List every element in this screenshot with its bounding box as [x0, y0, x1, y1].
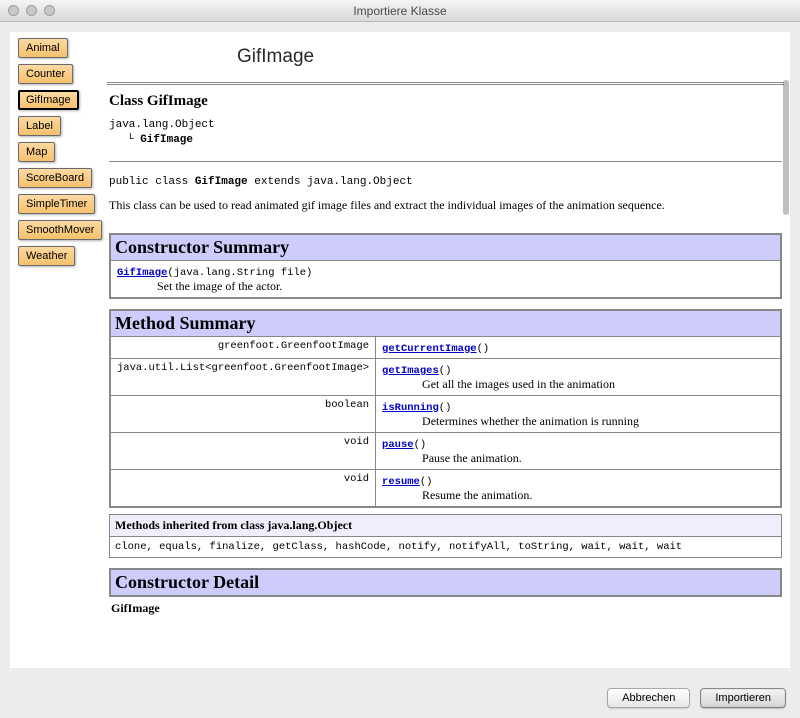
- method-link-isrunning[interactable]: isRunning: [382, 402, 439, 414]
- method-row: void resume() Resume the animation.: [110, 469, 781, 507]
- method-summary-table: Method Summary greenfoot.GreenfootImage …: [109, 309, 782, 508]
- class-list-sidebar: Animal Counter GifImage Label Map ScoreB…: [10, 32, 105, 668]
- class-declaration-section: public class GifImage extends java.lang.…: [109, 176, 782, 213]
- method-desc: Determines whether the animation is runn…: [422, 414, 774, 429]
- dialog-button-bar: Abbrechen Importieren: [0, 678, 800, 718]
- constructor-detail-name: GifImage: [109, 597, 782, 620]
- constructor-summary-table: Constructor Summary GifImage(java.lang.S…: [109, 233, 782, 299]
- constructor-desc: Set the image of the actor.: [157, 279, 774, 294]
- method-desc: Pause the animation.: [422, 451, 774, 466]
- class-item-label[interactable]: Label: [18, 116, 61, 136]
- inherited-list: clone, equals, finalize, getClass, hashC…: [110, 536, 782, 557]
- constructor-link[interactable]: GifImage: [117, 267, 167, 279]
- scrollbar-thumb[interactable]: [783, 80, 789, 215]
- documentation-panel: GifImage Class GifImage java.lang.Object…: [105, 32, 790, 668]
- import-button[interactable]: Importieren: [700, 688, 786, 708]
- class-item-scoreboard[interactable]: ScoreBoard: [18, 168, 92, 188]
- window-titlebar: Importiere Klasse: [0, 0, 800, 22]
- class-item-smoothmover[interactable]: SmoothMover: [18, 220, 102, 240]
- method-summary-heading: Method Summary: [110, 310, 781, 337]
- method-link-resume[interactable]: resume: [382, 476, 420, 488]
- doc-scroll-body[interactable]: Class GifImage java.lang.Object └ GifIma…: [107, 82, 784, 666]
- class-description: This class can be used to read animated …: [109, 198, 782, 213]
- class-declaration: public class GifImage extends java.lang.…: [109, 176, 782, 188]
- class-item-weather[interactable]: Weather: [18, 246, 75, 266]
- constructor-row: GifImage(java.lang.String file) Set the …: [110, 260, 781, 298]
- method-row: boolean isRunning() Determines whether t…: [110, 395, 781, 432]
- class-item-gifimage[interactable]: GifImage: [18, 90, 79, 110]
- window-controls: [8, 5, 55, 16]
- inherited-heading: Methods inherited from class java.lang.O…: [110, 514, 782, 536]
- tree-branch-icon: └: [127, 134, 140, 146]
- method-link-pause[interactable]: pause: [382, 439, 414, 451]
- hierarchy-leaf: GifImage: [140, 134, 193, 146]
- inherited-methods-table: Methods inherited from class java.lang.O…: [109, 514, 782, 558]
- main-area: Animal Counter GifImage Label Map ScoreB…: [0, 22, 800, 678]
- method-row: greenfoot.GreenfootImage getCurrentImage…: [110, 336, 781, 358]
- constructor-summary-heading: Constructor Summary: [110, 234, 781, 261]
- method-link-getcurrentimage[interactable]: getCurrentImage: [382, 343, 477, 355]
- class-heading: Class GifImage: [109, 93, 782, 118]
- minimize-window-button[interactable]: [26, 5, 37, 16]
- method-row: java.util.List<greenfoot.GreenfootImage>…: [110, 358, 781, 395]
- class-item-simpletimer[interactable]: SimpleTimer: [18, 194, 95, 214]
- doc-class-title: GifImage: [107, 34, 784, 82]
- zoom-window-button[interactable]: [44, 5, 55, 16]
- cancel-button[interactable]: Abbrechen: [607, 688, 690, 708]
- method-desc: Get all the images used in the animation: [422, 377, 774, 392]
- method-desc: Resume the animation.: [422, 488, 774, 503]
- class-item-map[interactable]: Map: [18, 142, 55, 162]
- class-hierarchy-section: Class GifImage java.lang.Object └ GifIma…: [109, 85, 782, 162]
- hierarchy-root: java.lang.Object: [109, 118, 782, 133]
- constructor-detail-heading: Constructor Detail: [109, 568, 782, 597]
- method-row: void pause() Pause the animation.: [110, 432, 781, 469]
- class-hierarchy: java.lang.Object └ GifImage: [109, 118, 782, 149]
- class-item-animal[interactable]: Animal: [18, 38, 68, 58]
- class-item-counter[interactable]: Counter: [18, 64, 73, 84]
- close-window-button[interactable]: [8, 5, 19, 16]
- method-link-getimages[interactable]: getImages: [382, 365, 439, 377]
- window-title: Importiere Klasse: [353, 4, 446, 18]
